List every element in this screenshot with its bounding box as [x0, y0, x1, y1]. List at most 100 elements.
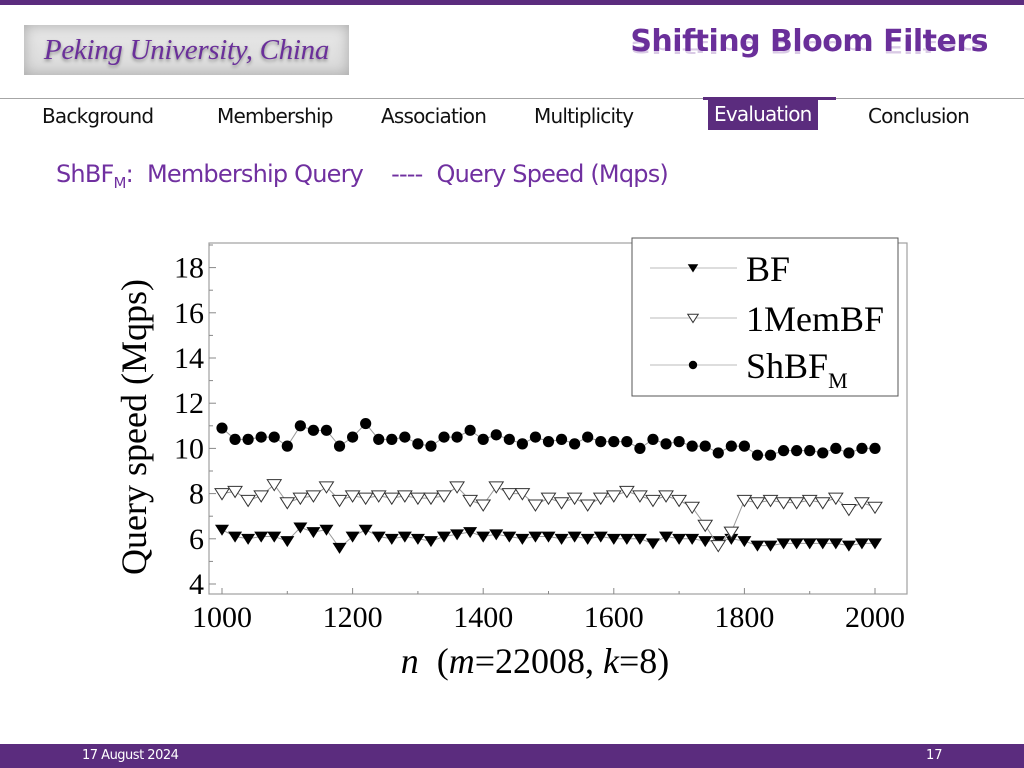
- data-point: [856, 442, 868, 454]
- data-point: [307, 424, 320, 436]
- data-point: [357, 492, 374, 506]
- data-point: [582, 431, 594, 443]
- data-point: [619, 533, 634, 545]
- data-point: [673, 436, 685, 448]
- data-point: [764, 449, 777, 461]
- data-point: [763, 540, 778, 552]
- data-point: [540, 492, 557, 506]
- legend-label: 1MemBF: [746, 299, 884, 339]
- data-point: [488, 481, 505, 494]
- x-title-k: k: [603, 641, 620, 681]
- y-tick-label: 18: [174, 252, 204, 285]
- footer-bar: 17 August 2024 17: [0, 744, 1024, 768]
- data-point: [529, 431, 542, 443]
- data-point: [699, 440, 711, 452]
- data-point: [501, 488, 518, 501]
- data-point: [268, 431, 280, 443]
- data-point: [684, 501, 701, 515]
- x-title-n: n: [401, 641, 419, 681]
- data-point: [527, 499, 544, 512]
- data-point: [451, 431, 463, 443]
- data-point: [738, 440, 751, 452]
- data-point: [867, 501, 883, 515]
- data-point: [515, 533, 530, 545]
- data-point: [750, 540, 765, 552]
- data-point: [710, 540, 727, 553]
- x-axis-ticks: 1000 1200 1400 1600 1800 2000: [192, 588, 905, 634]
- y-tick-label: 14: [174, 342, 204, 375]
- page-number: 17: [926, 748, 943, 763]
- data-point: [671, 494, 688, 508]
- data-point: [358, 524, 373, 536]
- x-tick-label: 1400: [453, 601, 513, 634]
- data-point: [830, 442, 842, 454]
- data-point: [817, 447, 829, 459]
- data-point: [280, 536, 295, 548]
- data-point: [618, 485, 635, 499]
- data-point: [425, 440, 437, 452]
- data-point: [802, 538, 817, 550]
- legend: BF1MemBFShBFM: [631, 237, 899, 397]
- x-title-m-value: =22008,: [475, 641, 603, 681]
- data-point: [240, 494, 257, 508]
- data-point: [645, 494, 661, 508]
- data-point: [281, 440, 293, 452]
- data-point: [608, 436, 620, 448]
- y-tick-label: 4: [189, 568, 204, 601]
- data-point: [595, 436, 607, 448]
- data-point: [409, 492, 426, 506]
- data-point: [632, 533, 647, 545]
- data-point: [725, 440, 737, 452]
- y-tick-label: 16: [174, 297, 204, 330]
- data-point: [672, 533, 687, 545]
- data-point: [241, 533, 256, 545]
- x-tick-label: 1600: [584, 601, 644, 634]
- data-point: [437, 531, 452, 543]
- data-point: [464, 424, 476, 436]
- legend-marker: [688, 360, 698, 370]
- data-point: [292, 492, 309, 506]
- data-point: [214, 488, 230, 501]
- legend-label: BF: [746, 249, 790, 289]
- data-point: [569, 438, 581, 450]
- data-point: [815, 538, 830, 550]
- data-point: [791, 445, 803, 457]
- data-point: [698, 536, 713, 548]
- data-point: [592, 492, 609, 506]
- data-point: [854, 497, 870, 510]
- data-point: [476, 531, 491, 543]
- x-title-open: (: [419, 641, 449, 681]
- data-point: [621, 436, 633, 448]
- data-point: [279, 497, 296, 510]
- data-point: [553, 497, 570, 510]
- data-point: [554, 533, 569, 545]
- x-axis-title: n (m=22008, k=8): [401, 641, 670, 681]
- data-point: [647, 433, 659, 445]
- data-point: [789, 538, 804, 550]
- data-point: [660, 438, 672, 450]
- data-point: [634, 442, 646, 454]
- data-point: [383, 492, 400, 506]
- data-point: [242, 433, 254, 445]
- y-tick-label: 8: [189, 478, 204, 511]
- data-point: [331, 494, 348, 508]
- series-layer: [214, 417, 883, 554]
- series-bf: [215, 522, 882, 554]
- query-speed-chart: 4 6 8 10 12 14 16 18 1000 1200 1400 1600 1800 2000 Q…: [114, 237, 908, 681]
- data-point: [332, 542, 347, 554]
- data-point: [814, 497, 831, 510]
- data-point: [868, 538, 882, 550]
- data-point: [737, 536, 752, 548]
- data-point: [438, 431, 450, 443]
- x-title-m: m: [449, 641, 475, 681]
- data-point: [475, 499, 492, 512]
- data-point: [423, 492, 439, 506]
- data-point: [267, 531, 282, 543]
- data-point: [751, 449, 764, 461]
- y-axis-ticks: 4 6 8 10 12 14 16 18: [174, 244, 216, 601]
- y-tick-label: 6: [189, 523, 204, 556]
- x-title-k-value: =8): [619, 641, 669, 681]
- data-point: [255, 431, 267, 443]
- data-point: [775, 497, 792, 510]
- data-point: [579, 499, 596, 512]
